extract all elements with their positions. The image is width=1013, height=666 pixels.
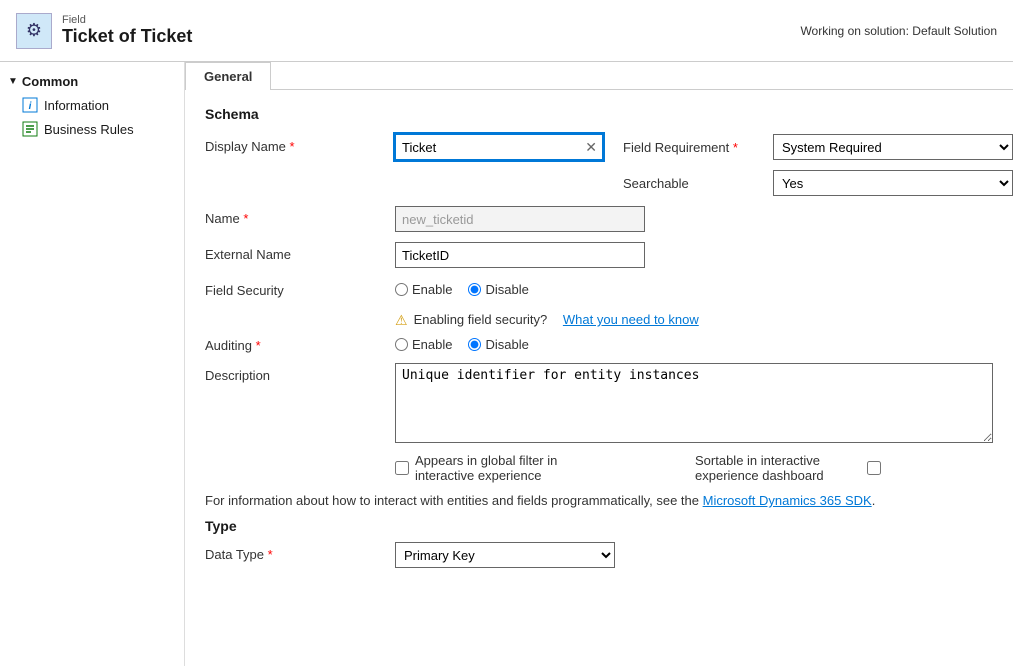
field-security-disable-radio[interactable] (468, 283, 481, 296)
sortable-label: Sortable in interactive experience dashb… (695, 453, 855, 483)
description-label: Description (205, 363, 395, 383)
information-icon: i (22, 97, 38, 113)
warning-text: Enabling field security? (414, 312, 548, 327)
description-textarea[interactable]: Unique identifier for entity instances (395, 363, 993, 443)
field-security-warning: ⚠ Enabling field security? What you need… (205, 308, 993, 333)
field-requirement-select[interactable]: System Required Business Required Option… (773, 134, 1013, 160)
warning-link[interactable]: What you need to know (563, 312, 699, 327)
header-subtitle: Field (62, 14, 192, 26)
external-name-input-wrapper (395, 242, 655, 268)
info-text-prefix: For information about how to interact wi… (205, 493, 699, 508)
display-name-input[interactable] (395, 134, 603, 160)
auditing-disable-radio[interactable] (468, 338, 481, 351)
checkboxes-row: Appears in global filter in interactive … (205, 453, 993, 483)
header-working-on: Working on solution: Default Solution (800, 24, 997, 38)
sidebar-collapse-arrow: ▼ (8, 76, 18, 87)
sidebar-group-label: Common (22, 74, 78, 89)
field-security-label: Field Security (205, 278, 395, 298)
display-name-label: Display Name * (205, 134, 395, 154)
header: ⚙ Field Ticket of Ticket Working on solu… (0, 0, 1013, 62)
sidebar-item-information[interactable]: i Information (0, 93, 184, 117)
display-name-row: Display Name * ✕ Field Requirement * (205, 134, 993, 196)
display-name-clear-button[interactable]: ✕ (581, 140, 601, 154)
global-filter-label: Appears in global filter in interactive … (415, 453, 595, 483)
name-input[interactable] (395, 206, 645, 232)
header-title-block: Field Ticket of Ticket (62, 14, 192, 47)
sdk-link[interactable]: Microsoft Dynamics 365 SDK (703, 493, 872, 508)
global-filter-checkbox-item: Appears in global filter in interactive … (395, 453, 595, 483)
field-security-radio-group: Enable Disable (395, 278, 529, 297)
form-content: Schema Display Name * ✕ Field Re (185, 90, 1013, 594)
external-name-label: External Name (205, 242, 395, 262)
external-name-input[interactable] (395, 242, 645, 268)
schema-section-title: Schema (205, 106, 993, 122)
data-type-select-wrapper: Primary Key Single Line of Text Whole Nu… (395, 542, 615, 568)
sortable-checkbox-item: Sortable in interactive experience dashb… (695, 453, 881, 483)
searchable-row: Searchable Yes No (623, 170, 1013, 196)
content-area: General Schema Display Name * ✕ (185, 62, 1013, 666)
auditing-enable-label: Enable (412, 337, 452, 352)
external-name-row: External Name (205, 242, 993, 268)
svg-text:i: i (29, 101, 32, 112)
app-container: ⚙ Field Ticket of Ticket Working on solu… (0, 0, 1013, 666)
field-security-disable-option[interactable]: Disable (468, 282, 528, 297)
data-type-row: Data Type * Primary Key Single Line of T… (205, 542, 993, 568)
checkbox-group: Appears in global filter in interactive … (395, 453, 993, 483)
name-input-wrapper (395, 206, 655, 232)
sidebar-item-information-label: Information (44, 98, 109, 113)
auditing-radio-group: Enable Disable (395, 333, 529, 352)
sidebar-item-business-rules-label: Business Rules (44, 122, 134, 137)
header-icon: ⚙ (16, 13, 52, 49)
data-type-label: Data Type * (205, 542, 395, 562)
data-type-select[interactable]: Primary Key Single Line of Text Whole Nu… (395, 542, 615, 568)
field-security-disable-label: Disable (485, 282, 528, 297)
main-layout: ▼ Common i Information Business Rules Ge… (0, 62, 1013, 666)
auditing-row: Auditing * Enable Disable (205, 333, 993, 353)
auditing-enable-radio[interactable] (395, 338, 408, 351)
field-security-row: Field Security Enable Disable (205, 278, 993, 298)
display-name-input-wrapper: ✕ (395, 134, 603, 160)
name-row: Name * (205, 206, 993, 232)
tabs: General (185, 62, 1013, 90)
type-section-title: Type (205, 518, 993, 534)
searchable-label: Searchable (623, 176, 763, 191)
sortable-checkbox[interactable] (867, 461, 881, 475)
searchable-select[interactable]: Yes No (773, 170, 1013, 196)
header-left: ⚙ Field Ticket of Ticket (16, 13, 192, 49)
description-row: Description Unique identifier for entity… (205, 363, 993, 443)
sidebar-item-business-rules[interactable]: Business Rules (0, 117, 184, 141)
field-security-enable-option[interactable]: Enable (395, 282, 452, 297)
global-filter-checkbox[interactable] (395, 461, 409, 475)
auditing-label: Auditing * (205, 333, 395, 353)
display-name-required: * (290, 139, 295, 154)
sidebar: ▼ Common i Information Business Rules (0, 62, 185, 666)
business-rules-icon (22, 121, 38, 137)
tab-general[interactable]: General (185, 62, 271, 90)
auditing-enable-option[interactable]: Enable (395, 337, 452, 352)
field-requirement-label: Field Requirement * (623, 140, 763, 155)
field-security-enable-label: Enable (412, 282, 452, 297)
name-label: Name * (205, 206, 395, 226)
auditing-disable-option[interactable]: Disable (468, 337, 528, 352)
auditing-disable-label: Disable (485, 337, 528, 352)
field-requirement-row: Field Requirement * System Required Busi… (623, 134, 1013, 160)
right-side-display: Field Requirement * System Required Busi… (623, 134, 1013, 196)
header-title: Ticket of Ticket (62, 26, 192, 47)
warning-icon: ⚠ (395, 312, 408, 329)
info-text: For information about how to interact wi… (205, 493, 993, 508)
field-security-enable-radio[interactable] (395, 283, 408, 296)
sidebar-group-header[interactable]: ▼ Common (0, 70, 184, 93)
